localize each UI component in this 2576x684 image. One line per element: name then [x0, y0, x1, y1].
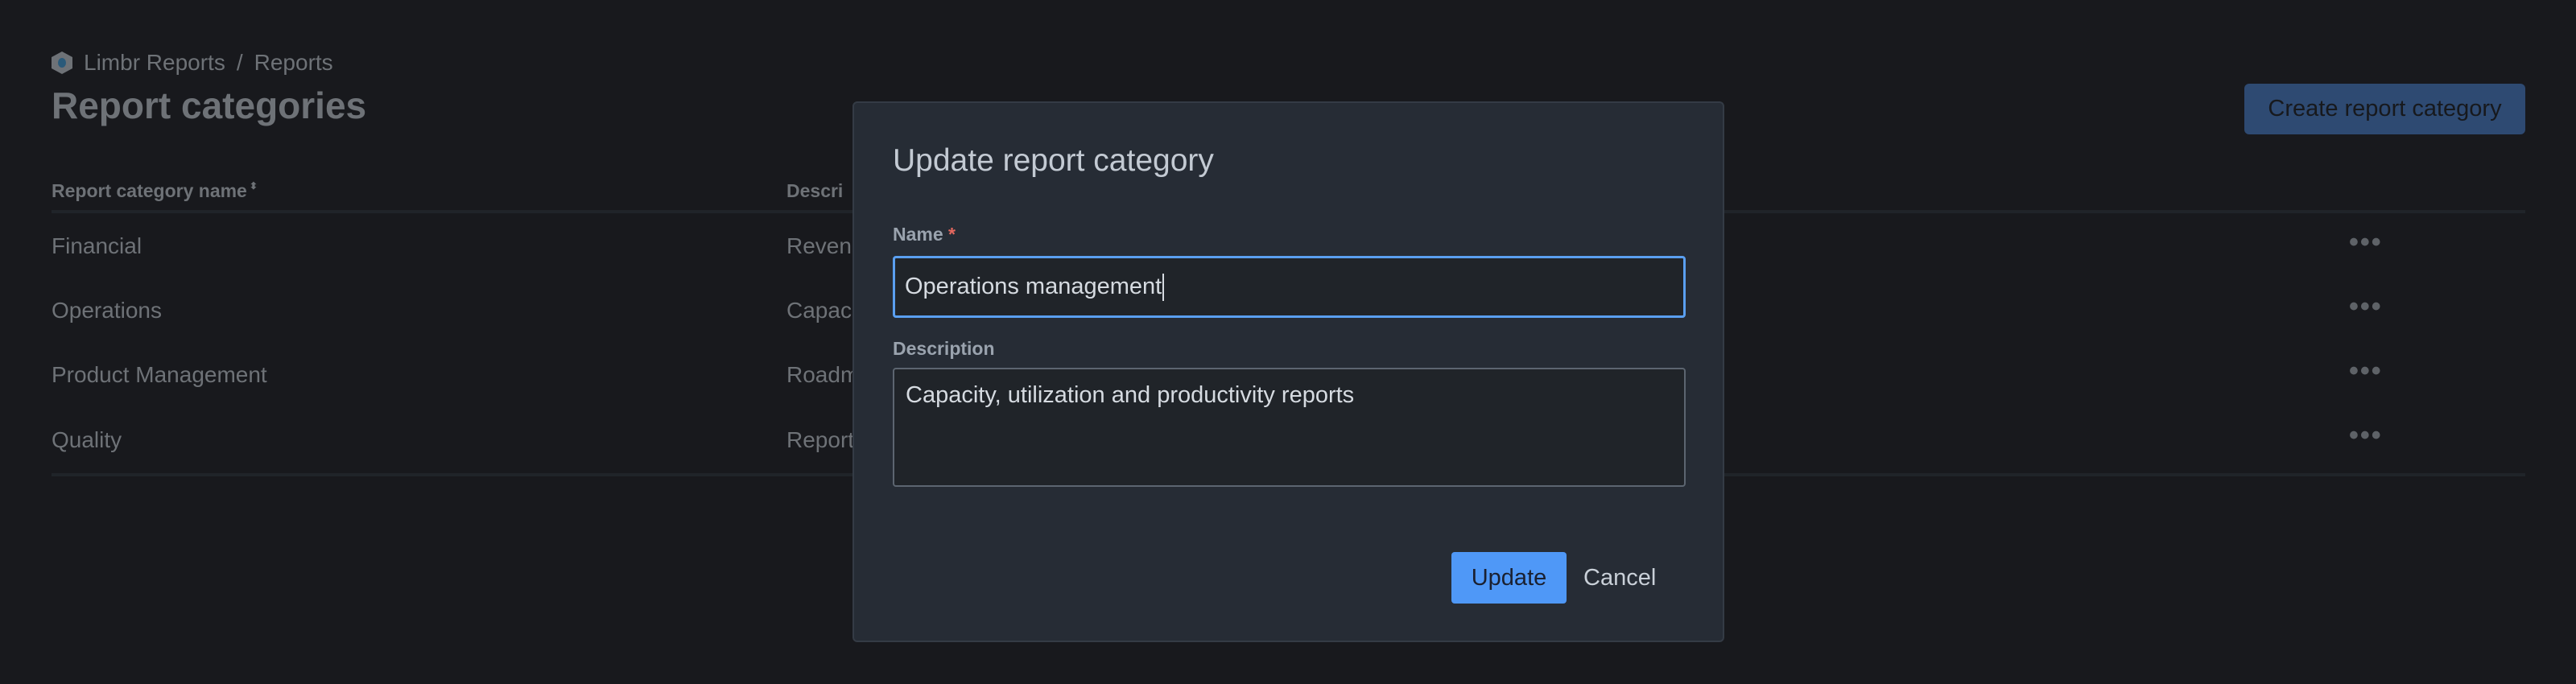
table-row-name: Product Management — [52, 362, 267, 387]
limbr-logo-icon — [52, 52, 72, 74]
name-label-text: Name — [893, 224, 943, 245]
name-input-value: Operations management — [905, 274, 1162, 299]
more-actions-icon[interactable]: ••• — [2349, 420, 2383, 451]
breadcrumb-app[interactable]: Limbr Reports — [84, 50, 225, 76]
breadcrumb-separator: / — [236, 50, 243, 75]
page-title: Report categories — [52, 84, 367, 126]
table-row-name: Financial — [52, 233, 142, 258]
column-header-description[interactable]: Descri — [786, 180, 843, 202]
more-actions-icon[interactable]: ••• — [2349, 227, 2383, 258]
description-textarea[interactable]: Capacity, utilization and productivity r… — [893, 368, 1686, 487]
column-header-label: Report category name — [52, 180, 247, 201]
table-row-description: Roadm — [786, 362, 860, 387]
sort-icon[interactable]: ⬍ — [250, 180, 258, 192]
table-row-description: Report — [786, 427, 855, 452]
text-caret — [1162, 273, 1165, 301]
name-label: Name * — [893, 224, 956, 245]
update-category-dialog: Update report category Name * Operations… — [852, 101, 1724, 642]
breadcrumb: Limbr Reports / Reports — [52, 50, 333, 76]
table-row-name: Quality — [52, 427, 122, 452]
dialog-title: Update report category — [893, 143, 1214, 178]
cancel-button[interactable]: Cancel — [1583, 552, 1656, 604]
create-report-category-button[interactable]: Create report category — [2244, 84, 2525, 134]
description-label: Description — [893, 338, 995, 359]
table-row-description: Reven — [786, 233, 852, 258]
more-actions-icon[interactable]: ••• — [2349, 356, 2383, 387]
table-row-name: Operations — [52, 298, 162, 323]
name-input[interactable]: Operations management — [893, 256, 1686, 318]
more-actions-icon[interactable]: ••• — [2349, 291, 2383, 323]
required-marker: * — [948, 224, 956, 245]
column-header-name[interactable]: Report category name ⬍ — [52, 180, 258, 202]
breadcrumb-current[interactable]: Reports — [254, 50, 333, 76]
table-row-description: Capac — [786, 298, 852, 323]
update-button[interactable]: Update — [1451, 552, 1567, 604]
